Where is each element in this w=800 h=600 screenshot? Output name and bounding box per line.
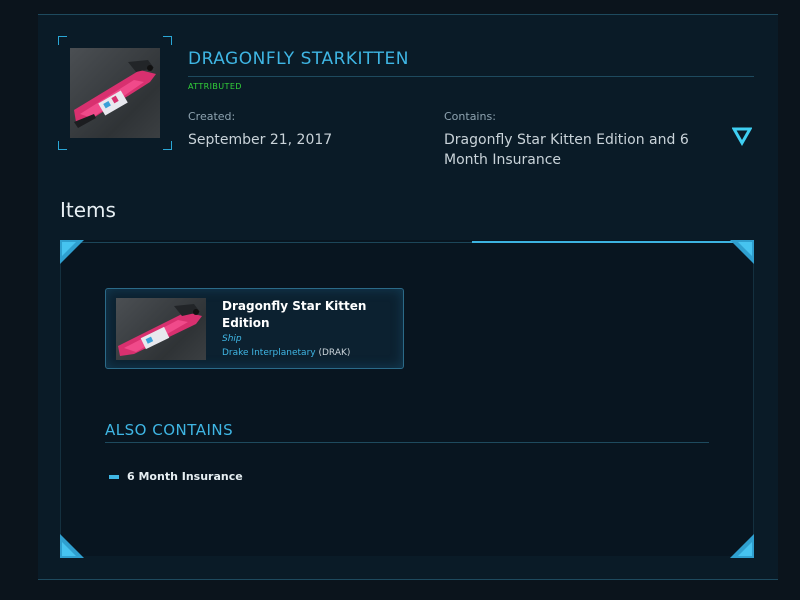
frame-right-line (753, 262, 754, 537)
also-contains-heading: ALSO CONTAINS (105, 421, 234, 439)
pledge-title: DRAGONFLY STARKITTEN (188, 49, 409, 69)
item-type: Ship (222, 334, 242, 344)
frame-corner-top-right-icon (730, 240, 754, 264)
frame-left-line (60, 262, 61, 537)
frame-corner-bottom-right-icon (730, 534, 754, 558)
bullet-icon (109, 475, 119, 479)
item-manufacturer: Drake Interplanetary (DRAK) (222, 348, 350, 358)
triangle-down-icon[interactable] (731, 126, 753, 147)
contains-label: Contains: (444, 110, 496, 123)
status-badge: ATTRIBUTED (188, 82, 242, 91)
also-contains-item: 6 Month Insurance (127, 470, 243, 483)
ship-image-icon (74, 60, 156, 128)
frame-top-highlight (472, 241, 742, 243)
item-name[interactable]: Dragonfly Star Kitten Edition (222, 298, 392, 332)
also-contains-divider (105, 442, 709, 443)
created-value: September 21, 2017 (188, 132, 333, 148)
contains-value-line2: Month Insurance (444, 152, 562, 168)
frame-corner-top-left-icon (60, 240, 84, 264)
frame-corner-bottom-left-icon (60, 534, 84, 558)
pledge-thumbnail-frame (58, 36, 172, 150)
ship-image-icon (118, 304, 202, 356)
created-label: Created: (188, 110, 236, 123)
manufacturer-code: (DRAK) (318, 348, 351, 358)
item-name-line2: Edition (222, 316, 270, 330)
item-thumbnail (116, 298, 206, 360)
contains-value-line1: Dragonfly Star Kitten Edition and 6 (444, 132, 689, 148)
title-divider (188, 76, 754, 77)
manufacturer-name[interactable]: Drake Interplanetary (222, 348, 316, 358)
item-card[interactable]: Dragonfly Star Kitten Edition Ship Drake… (105, 288, 404, 369)
pledge-thumbnail (70, 48, 160, 138)
item-name-line1: Dragonfly Star Kitten (222, 299, 367, 313)
items-heading: Items (60, 198, 116, 222)
